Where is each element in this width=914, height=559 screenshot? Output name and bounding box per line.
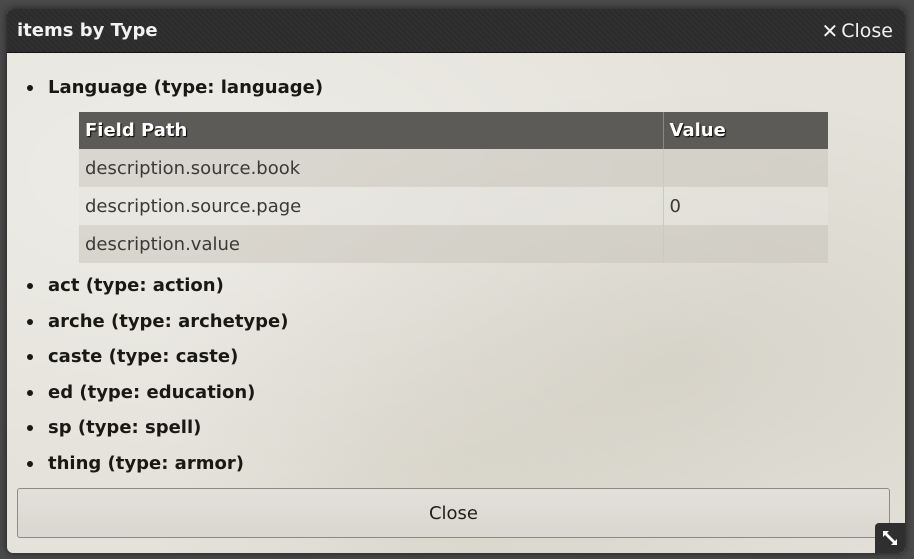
type-list: act (type: action) arche (type: archetyp…: [7, 275, 905, 488]
cell-value: [663, 225, 828, 263]
cell-value: [663, 149, 828, 187]
field-table: Field Path Value description.source.book…: [79, 112, 828, 263]
cell-field-path: description.source.book: [79, 149, 664, 187]
cell-field-path: description.value: [79, 225, 664, 263]
type-item-language: Language (type: language): [7, 77, 905, 99]
table-header-row: Field Path Value: [79, 112, 828, 149]
column-header-field-path: Field Path: [79, 112, 664, 149]
type-item-action: act (type: action): [7, 275, 905, 297]
dialog-header[interactable]: items by Type ✕ Close: [7, 9, 905, 53]
type-item-education: ed (type: education): [7, 382, 905, 404]
bullet-icon: [27, 85, 33, 91]
type-label: thing (type: armor): [48, 452, 244, 474]
close-button[interactable]: Close: [17, 488, 890, 538]
type-item-armor: thing (type: armor): [7, 453, 905, 475]
close-icon: ✕: [821, 19, 839, 43]
resize-handle[interactable]: [875, 523, 905, 553]
resize-icon: [883, 531, 897, 545]
bullet-icon: [27, 460, 33, 467]
list-item: Language (type: language): [7, 77, 905, 99]
table-row: description.value: [79, 225, 828, 263]
bullet-icon: [27, 318, 33, 325]
column-header-value: Value: [663, 112, 828, 149]
type-label: caste (type: caste): [48, 346, 239, 367]
bullet-icon: [27, 389, 33, 396]
table-row: description.source.book: [79, 149, 828, 187]
type-label: sp (type: spell): [48, 417, 202, 438]
bullet-icon: [27, 354, 33, 360]
type-label: ed (type: education): [48, 381, 256, 403]
type-label: Language (type: language): [48, 77, 324, 98]
cell-value: 0: [663, 187, 828, 225]
header-close-label: Close: [841, 20, 893, 42]
type-item-archetype: arche (type: archetype): [7, 311, 905, 333]
type-label: arche (type: archetype): [48, 310, 289, 332]
bullet-icon: [27, 283, 33, 289]
table-row: description.source.page 0: [79, 187, 828, 225]
type-label: act (type: action): [48, 275, 224, 296]
cell-field-path: description.source.page: [79, 187, 664, 225]
type-item-caste: caste (type: caste): [7, 346, 905, 368]
dialog-title: items by Type: [17, 20, 158, 41]
dialog-window: items by Type ✕ Close Language (type: la…: [7, 9, 905, 553]
header-close-button[interactable]: ✕ Close: [821, 19, 893, 43]
bullet-icon: [27, 425, 33, 431]
type-item-spell: sp (type: spell): [7, 417, 905, 439]
